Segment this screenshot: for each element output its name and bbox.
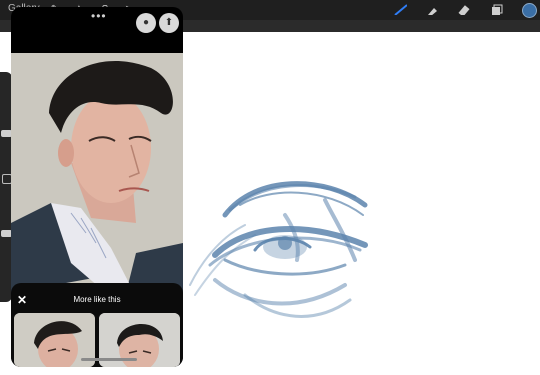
brush-icon[interactable] [393,3,407,15]
share-icon[interactable]: ⬆ [159,13,179,33]
portrait-image [11,53,183,293]
comment-icon[interactable]: ● [136,13,156,33]
eraser-icon[interactable] [457,3,471,15]
pinterest-panel: ••• ● ⬆ ✕ More like this [11,7,183,367]
eye-sketch [189,181,368,318]
more-options-icon[interactable]: ••• [91,9,107,23]
more-like-this-sheet: ✕ More like this [11,283,183,367]
smudge-icon[interactable] [425,3,439,15]
more-like-this-title: More like this [73,295,121,304]
reference-photo[interactable] [11,53,183,293]
layers-icon[interactable] [489,3,503,15]
home-indicator [81,358,137,361]
color-picker-button[interactable] [522,3,537,18]
